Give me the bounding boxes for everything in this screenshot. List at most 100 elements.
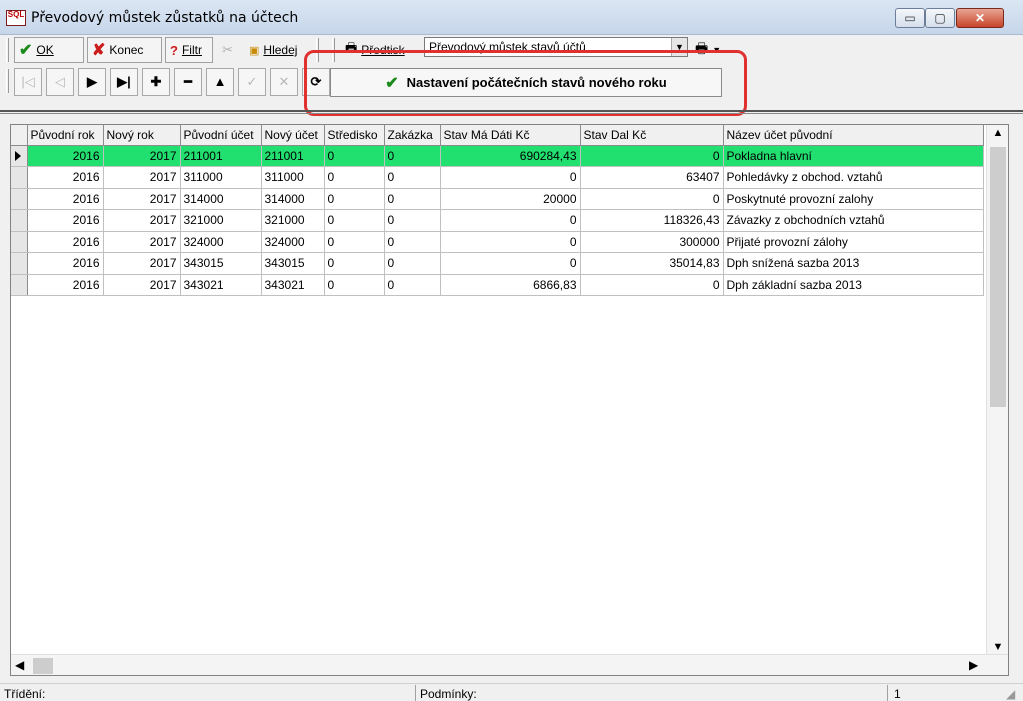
grid-cell[interactable]: Závazky z obchodních vztahů: [723, 209, 984, 232]
grid-cell[interactable]: 2016: [27, 166, 104, 189]
grid-cell[interactable]: Pokladna hlavní: [723, 145, 984, 167]
grid-cell[interactable]: 0: [580, 274, 724, 296]
grid-cell[interactable]: 2016: [27, 145, 104, 167]
grid-cell[interactable]: 118326,43: [580, 209, 724, 232]
print-button[interactable]: 🖶 ▼: [690, 37, 730, 63]
grid-cell[interactable]: 0: [384, 209, 441, 232]
grid-cell[interactable]: 343015: [261, 252, 325, 275]
grid-cell[interactable]: 2017: [103, 274, 181, 296]
grid-cell[interactable]: 2017: [103, 252, 181, 275]
grid-cell[interactable]: 0: [384, 252, 441, 275]
grid-cell[interactable]: 63407: [580, 166, 724, 189]
konec-button[interactable]: ✘ Konec: [87, 37, 162, 63]
grid-cell[interactable]: 2016: [27, 209, 104, 232]
grid-cell[interactable]: 311000: [180, 166, 262, 189]
delete-record-icon[interactable]: ━: [174, 68, 202, 96]
table-row[interactable]: 2016 2017 311000 311000 0 0 0 63407 Pohl…: [11, 166, 984, 189]
clear-filter-button[interactable]: ✂: [217, 37, 241, 63]
grid-cell[interactable]: 2016: [27, 252, 104, 275]
grid-cell[interactable]: 324000: [180, 231, 262, 253]
last-record-icon[interactable]: ▶|: [110, 68, 138, 96]
edit-record-icon[interactable]: ▲: [206, 68, 234, 96]
table-row[interactable]: 2016 2017 321000 321000 0 0 0 118326,43 …: [11, 209, 984, 232]
grid-cell[interactable]: 0: [384, 274, 441, 296]
refresh-icon[interactable]: ⟳: [302, 68, 330, 96]
grid-cell[interactable]: 0: [324, 231, 385, 253]
minimize-button[interactable]: ▭: [895, 8, 925, 28]
grid-cell[interactable]: 0: [440, 231, 581, 253]
column-header[interactable]: Název účet původní: [723, 125, 984, 146]
vertical-scroll-thumb[interactable]: [990, 147, 1006, 407]
table-row[interactable]: 2016 2017 343015 343015 0 0 0 35014,83 D…: [11, 252, 984, 275]
grid-cell[interactable]: 0: [580, 188, 724, 210]
resize-grip-icon[interactable]: ◢: [1006, 687, 1015, 701]
grid-cell[interactable]: 0: [324, 209, 385, 232]
grid-cell[interactable]: 35014,83: [580, 252, 724, 275]
grid-cell[interactable]: 2017: [103, 231, 181, 253]
grid-cell[interactable]: Dph snížená sazba 2013: [723, 252, 984, 275]
grid-cell[interactable]: 314000: [180, 188, 262, 210]
grid-cell[interactable]: 314000: [261, 188, 325, 210]
grid-cell[interactable]: Přijaté provozní zálohy: [723, 231, 984, 253]
grid-cell[interactable]: 0: [384, 188, 441, 210]
grid-cell[interactable]: 0: [384, 145, 441, 167]
grid-cell[interactable]: 321000: [180, 209, 262, 232]
grid-cell[interactable]: 0: [384, 231, 441, 253]
column-header[interactable]: Nový účet: [261, 125, 325, 146]
grid-cell[interactable]: Pohledávky z obchod. vztahů: [723, 166, 984, 189]
grid-cell[interactable]: 0: [440, 252, 581, 275]
grid-cell[interactable]: 0: [580, 145, 724, 167]
grid-cell[interactable]: 0: [440, 166, 581, 189]
grid-cell[interactable]: 2016: [27, 274, 104, 296]
splitter[interactable]: [0, 110, 1023, 114]
grid-cell[interactable]: 343015: [180, 252, 262, 275]
grid-cell[interactable]: 2017: [103, 188, 181, 210]
first-record-icon[interactable]: |◁: [14, 68, 42, 96]
ok-button[interactable]: ✔ OK: [14, 37, 84, 63]
grid-cell[interactable]: 0: [324, 252, 385, 275]
grid-cell[interactable]: Poskytnuté provozní zalohy: [723, 188, 984, 210]
column-header[interactable]: Stav Dal Kč: [580, 125, 724, 146]
table-row[interactable]: 2016 2017 211001 211001 0 0 690284,43 0 …: [11, 145, 984, 167]
grid-cell[interactable]: 0: [324, 188, 385, 210]
grid-cell[interactable]: 2016: [27, 231, 104, 253]
grid-cell[interactable]: 690284,43: [440, 145, 581, 167]
grid-cell[interactable]: 0: [324, 145, 385, 167]
horizontal-scrollbar[interactable]: ◀ ▶: [11, 654, 1008, 675]
grid-cell[interactable]: 321000: [261, 209, 325, 232]
column-header[interactable]: Středisko: [324, 125, 385, 146]
report-select[interactable]: Převodový můstek stavů účtů ▼: [424, 37, 688, 57]
grid-cell[interactable]: 2017: [103, 166, 181, 189]
predtisk-button[interactable]: 🖶 Předtisk: [340, 37, 422, 63]
grid-cell[interactable]: 6866,83: [440, 274, 581, 296]
grid-cell[interactable]: 2017: [103, 209, 181, 232]
grid-cell[interactable]: 211001: [261, 145, 325, 167]
grid-cell[interactable]: 324000: [261, 231, 325, 253]
grid-cell[interactable]: 20000: [440, 188, 581, 210]
column-header[interactable]: Nový rok: [103, 125, 181, 146]
grid-cell[interactable]: 2017: [103, 145, 181, 167]
column-header[interactable]: Původní rok: [27, 125, 104, 146]
grid-cell[interactable]: 0: [440, 209, 581, 232]
close-button[interactable]: ✕: [956, 8, 1004, 28]
chevron-left-icon[interactable]: ◀: [15, 658, 24, 672]
maximize-button[interactable]: ▢: [925, 8, 955, 28]
grid-cell[interactable]: 343021: [261, 274, 325, 296]
grid-cell[interactable]: 0: [324, 166, 385, 189]
grid-cell[interactable]: Dph základní sazba 2013: [723, 274, 984, 296]
vertical-scrollbar[interactable]: ▲ ▼: [986, 125, 1008, 655]
chevron-right-icon[interactable]: ▶: [969, 658, 978, 672]
set-initial-balances-button[interactable]: ✔ Nastavení počátečních stavů nového rok…: [330, 68, 722, 97]
column-header[interactable]: Zakázka: [384, 125, 441, 146]
grid-cell[interactable]: 2016: [27, 188, 104, 210]
table-row[interactable]: 2016 2017 314000 314000 0 0 20000 0 Posk…: [11, 188, 984, 210]
prior-record-icon[interactable]: ◁: [46, 68, 74, 96]
chevron-down-icon[interactable]: ▼: [671, 38, 687, 56]
grid-cell[interactable]: 343021: [180, 274, 262, 296]
chevron-down-icon[interactable]: ▼: [987, 641, 1008, 653]
grid-cell[interactable]: 311000: [261, 166, 325, 189]
horizontal-scroll-thumb[interactable]: [33, 658, 53, 674]
column-header[interactable]: Původní účet: [180, 125, 262, 146]
insert-record-icon[interactable]: ✚: [142, 68, 170, 96]
column-header[interactable]: Stav Má Dáti Kč: [440, 125, 581, 146]
